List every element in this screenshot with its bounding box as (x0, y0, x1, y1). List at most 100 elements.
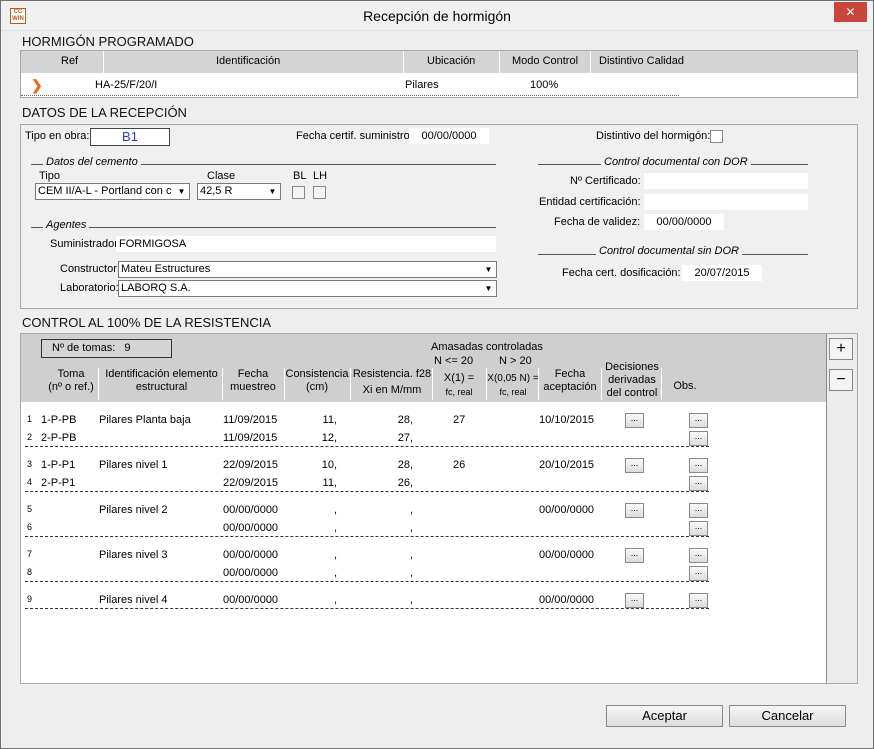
row-number: 1 (27, 414, 33, 424)
resistencia-value[interactable]: 28, (367, 459, 413, 471)
row-number: 8 (27, 567, 33, 577)
col-x2: X(0,05 N) = (487, 373, 539, 384)
resistencia-value[interactable]: 28, (367, 414, 413, 426)
constructor-select[interactable]: Mateu Estructures ▼ (118, 261, 497, 278)
clase-select[interactable]: 42,5 R ▼ (197, 183, 281, 200)
validez-field[interactable]: 00/00/0000 (644, 214, 724, 230)
decisiones-button[interactable]: ... (625, 548, 644, 563)
row-number: 5 (27, 504, 33, 514)
consistencia-value[interactable]: 10, (297, 459, 337, 471)
element-ident: Pilares nivel 3 (99, 549, 168, 561)
group-separator (25, 608, 709, 609)
toma-ref[interactable]: 2-P-P1 (41, 477, 75, 489)
agentes-group-label: Agentes (43, 219, 90, 231)
col-ref: Ref (61, 55, 79, 67)
row-number: 2 (27, 432, 33, 442)
col-x1: X(1) = (443, 372, 475, 384)
row-number: 4 (27, 477, 33, 487)
fecha-muestreo[interactable]: 11/09/2015 (223, 414, 277, 426)
col-decisiones: Decisiones derivadas del control (605, 361, 659, 399)
entidad-field[interactable] (644, 194, 808, 210)
resistencia-value[interactable]: 26, (367, 477, 413, 489)
decisiones-button[interactable]: ... (625, 413, 644, 428)
validez-label: Fecha de validez: (554, 216, 641, 228)
programado-ident[interactable]: HA-25/F/20/I (95, 79, 157, 91)
fecha-aceptacion: 00/00/0000 (539, 594, 595, 606)
obs-button[interactable]: ... (689, 548, 708, 563)
fecha-cert-field[interactable]: 00/00/0000 (409, 128, 489, 144)
distintivo-checkbox[interactable] (710, 130, 723, 143)
add-row-button[interactable]: + (829, 338, 853, 360)
resistencia-value[interactable]: 27, (367, 432, 413, 444)
lh-checkbox[interactable] (313, 186, 326, 199)
toma-ref[interactable]: 1-P-PB (41, 414, 76, 426)
tomas-label: Nº de tomas: (52, 342, 116, 354)
col-ident-elemento: Identificación elemento estructural (105, 368, 218, 393)
obs-button[interactable]: ... (689, 566, 708, 581)
consistencia-value[interactable]: 11, (297, 477, 337, 489)
certificado-field[interactable] (644, 173, 808, 189)
consistencia-value[interactable]: , (297, 567, 337, 579)
row-number: 9 (27, 594, 33, 604)
cancel-button[interactable]: Cancelar (729, 705, 846, 727)
consistencia-value[interactable]: , (297, 522, 337, 534)
section-recepcion-title: DATOS DE LA RECEPCIÓN (22, 105, 187, 120)
constructor-value: Mateu Estructures (121, 263, 211, 275)
toma-ref[interactable]: 1-P-P1 (41, 459, 75, 471)
x1-value: 27 (453, 414, 466, 426)
resistencia-value[interactable]: , (367, 549, 413, 561)
element-ident: Pilares nivel 1 (99, 459, 168, 471)
toma-ref[interactable]: 2-P-PB (41, 432, 76, 444)
n-gt-20-label: N > 20 (499, 355, 532, 367)
obs-button[interactable]: ... (689, 431, 708, 446)
programado-modo: 100% (530, 79, 559, 91)
col-modo: Modo Control (512, 55, 579, 67)
decisiones-button[interactable]: ... (625, 458, 644, 473)
fecha-muestreo[interactable]: 00/00/0000 (223, 567, 278, 579)
fecha-muestreo[interactable]: 11/09/2015 (223, 432, 277, 444)
col-ubicacion: Ubicación (427, 55, 476, 67)
suministrador-field[interactable]: FORMIGOSA (116, 236, 496, 252)
tomas-value: 9 (124, 342, 131, 354)
element-ident: Pilares Planta baja (99, 414, 191, 426)
fecha-muestreo[interactable]: 00/00/0000 (223, 504, 278, 516)
obs-button[interactable]: ... (689, 593, 708, 608)
bl-checkbox[interactable] (292, 186, 305, 199)
tipo-obra-field[interactable]: B1 (90, 128, 170, 146)
obs-button[interactable]: ... (689, 521, 708, 536)
resistencia-value[interactable]: , (367, 594, 413, 606)
consistencia-value[interactable]: 11, (297, 414, 337, 426)
suministrador-label: Suministrador: (50, 238, 121, 250)
consistencia-value[interactable]: , (297, 549, 337, 561)
row-selector-icon: ❯ (31, 77, 43, 93)
remove-row-button[interactable]: − (829, 369, 853, 391)
resistencia-value[interactable]: , (367, 567, 413, 579)
laboratorio-select[interactable]: LABORQ S.A. ▼ (118, 280, 497, 297)
tipo-cemento-value: CEM II/A-L - Portland con c (38, 185, 172, 197)
obs-button[interactable]: ... (689, 503, 708, 518)
fecha-muestreo[interactable]: 00/00/0000 (223, 522, 278, 534)
resistencia-value[interactable]: , (367, 504, 413, 516)
consistencia-value[interactable]: , (297, 504, 337, 516)
consistencia-value[interactable]: , (297, 594, 337, 606)
obs-button[interactable]: ... (689, 413, 708, 428)
sin-dor-group-label: Control documental sin DOR (596, 245, 743, 257)
resistencia-value[interactable]: , (367, 522, 413, 534)
fecha-muestreo[interactable]: 22/09/2015 (223, 477, 278, 489)
fecha-muestreo[interactable]: 22/09/2015 (223, 459, 278, 471)
consistencia-value[interactable]: 12, (297, 432, 337, 444)
obs-button[interactable]: ... (689, 458, 708, 473)
decisiones-button[interactable]: ... (625, 503, 644, 518)
close-button[interactable]: ✕ (834, 2, 867, 22)
fecha-aceptacion: 00/00/0000 (539, 504, 595, 516)
tipo-cemento-select[interactable]: CEM II/A-L - Portland con c ▼ (35, 183, 190, 200)
decisiones-button[interactable]: ... (625, 593, 644, 608)
obs-button[interactable]: ... (689, 476, 708, 491)
fecha-muestreo[interactable]: 00/00/0000 (223, 549, 278, 561)
accept-button[interactable]: Aceptar (606, 705, 723, 727)
fecha-muestreo[interactable]: 00/00/0000 (223, 594, 278, 606)
programado-table: Ref Identificación Ubicación Modo Contro… (20, 50, 858, 98)
col-x1-sub: fc, real (445, 387, 473, 397)
dosificacion-field[interactable]: 20/07/2015 (682, 265, 762, 281)
element-ident: Pilares nivel 2 (99, 504, 168, 516)
